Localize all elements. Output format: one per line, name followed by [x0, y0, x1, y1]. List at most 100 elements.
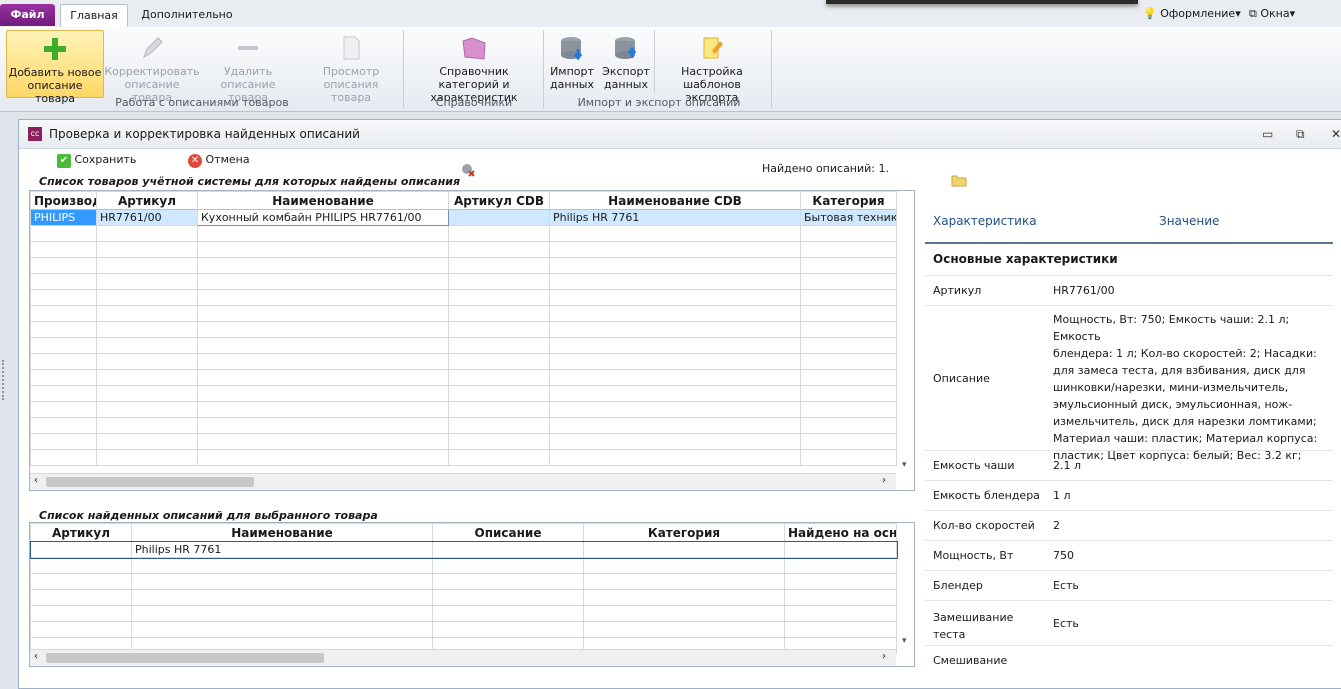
property-row[interactable]: Емкость чаши 2.1 л	[925, 451, 1333, 481]
table-cell[interactable]	[784, 541, 897, 558]
close-icon[interactable]: ✕	[1331, 127, 1341, 141]
empty-cell	[30, 225, 97, 242]
column-header[interactable]: Производи	[30, 191, 97, 210]
property-key-line: теста	[933, 628, 966, 641]
table-cell[interactable]	[432, 541, 584, 558]
column-header[interactable]: Категория	[800, 191, 897, 210]
empty-cell	[197, 337, 449, 354]
cancel-label: Отмена	[205, 153, 250, 166]
add-description-button[interactable]: Добавить новое описание товара	[6, 30, 104, 105]
column-header[interactable]: Наименование	[197, 191, 449, 210]
property-row[interactable]: Блендер Есть	[925, 571, 1333, 601]
column-header[interactable]: Артикул CDB	[448, 191, 550, 210]
empty-cell	[448, 273, 550, 290]
windows-menu[interactable]: ⧉ Окна▾	[1249, 7, 1295, 21]
properties-panel: Характеристика Значение Основные характе…	[925, 204, 1333, 666]
empty-row	[30, 369, 897, 386]
empty-cell	[800, 369, 897, 386]
scroll-right-icon[interactable]: ›	[882, 651, 886, 662]
tab-file[interactable]: Файл	[0, 4, 55, 26]
empty-cell	[96, 321, 198, 338]
table-cell[interactable]	[448, 209, 550, 226]
property-value: 2	[1053, 519, 1060, 532]
column-header[interactable]: Категория	[583, 523, 785, 542]
export-button[interactable]: Экспорт данных	[600, 30, 652, 96]
empty-cell	[30, 621, 132, 638]
vertical-scrollbar[interactable]: ▾	[898, 209, 914, 472]
table-row[interactable]: PHILIPS HR7761/00 Кухонный комбайн PHILI…	[30, 209, 897, 226]
scrollbar-thumb[interactable]	[46, 477, 254, 487]
property-value-header[interactable]: Значение	[1159, 214, 1219, 228]
restore-icon[interactable]: ⧉	[1296, 127, 1305, 142]
property-key-header[interactable]: Характеристика	[933, 214, 1037, 228]
property-value: Мощность, Вт: 750; Емкость чаши: 2.1 л; …	[1053, 311, 1333, 464]
empty-row	[30, 241, 897, 258]
window-title: Проверка и корректировка найденных описа…	[49, 127, 360, 141]
column-header[interactable]: Наименование CDB	[549, 191, 801, 210]
splitter-handle[interactable]	[2, 360, 8, 400]
column-header[interactable]: Описание	[432, 523, 584, 542]
property-row[interactable]: Описание Мощность, Вт: 750; Емкость чаши…	[925, 306, 1333, 462]
empty-cell	[197, 321, 449, 338]
tab-extra[interactable]: Дополнительно	[132, 4, 242, 26]
empty-cell	[197, 385, 449, 402]
scroll-right-icon[interactable]: ›	[882, 475, 886, 486]
clear-filter-icon[interactable]	[461, 163, 475, 177]
property-row[interactable]: Емкость блендера 1 л	[925, 481, 1333, 511]
column-header[interactable]: Артикул	[96, 191, 198, 210]
export-templates-button[interactable]: Настройка шаблонов экспорта	[656, 30, 768, 104]
empty-cell	[30, 417, 97, 434]
property-row[interactable]: Мощность, Вт 750	[925, 541, 1333, 571]
pencil-icon	[143, 37, 163, 59]
table-cell[interactable]: PHILIPS	[30, 209, 97, 226]
empty-cell	[448, 241, 550, 258]
column-header[interactable]: Артикул	[30, 523, 132, 542]
property-value: 750	[1053, 549, 1074, 562]
empty-cell	[784, 589, 897, 606]
column-header[interactable]: Наименование	[131, 523, 433, 542]
edit-description-button[interactable]: Корректировать описание товара	[104, 30, 200, 104]
property-key: Замешивание теста	[933, 609, 1013, 643]
horizontal-scrollbar[interactable]: ‹ ›	[30, 473, 896, 490]
property-row[interactable]: Артикул HR7761/00	[925, 276, 1333, 306]
empty-cell	[197, 241, 449, 258]
scroll-down-icon[interactable]: ▾	[902, 460, 907, 470]
table-cell[interactable]: Philips HR 7761	[131, 541, 433, 558]
table-cell[interactable]	[30, 541, 132, 558]
database-import-icon	[561, 37, 583, 61]
folder-open-icon[interactable]	[951, 172, 967, 188]
empty-cell	[800, 273, 897, 290]
scroll-left-icon[interactable]: ‹	[34, 475, 38, 486]
found-count-label: Найдено описаний: 1.	[762, 162, 889, 175]
empty-cell	[30, 433, 97, 450]
design-menu[interactable]: 💡 Оформление▾	[1143, 7, 1241, 20]
tab-home[interactable]: Главная	[60, 4, 128, 28]
empty-cell	[549, 417, 801, 434]
save-button[interactable]: ✔ Сохранить	[57, 153, 136, 168]
empty-cell	[784, 605, 897, 622]
table-cell[interactable]: Бытовая техника	[800, 209, 897, 226]
vertical-scrollbar[interactable]: ▾	[898, 541, 914, 648]
table-cell[interactable]: Philips HR 7761	[549, 209, 801, 226]
cancel-button[interactable]: ✕ Отмена	[188, 153, 250, 168]
table-row[interactable]: Philips HR 7761	[30, 540, 898, 559]
horizontal-scrollbar[interactable]: ‹ ›	[30, 649, 896, 666]
import-button[interactable]: Импорт данных	[548, 30, 596, 96]
delete-description-button[interactable]: Удалить описание товара	[200, 30, 296, 104]
table-cell[interactable]	[583, 541, 785, 558]
empty-cell	[800, 305, 897, 322]
column-header[interactable]: Найдено на осно	[784, 523, 897, 542]
directory-button[interactable]: Справочник категорий и характеристик	[408, 30, 540, 104]
view-description-button[interactable]: Просмотр описания товара	[303, 30, 399, 104]
table-cell[interactable]: HR7761/00	[96, 209, 198, 226]
minimize-icon[interactable]: ▭	[1262, 127, 1273, 141]
property-row[interactable]: Замешивание теста Есть	[925, 601, 1333, 646]
empty-cell	[30, 241, 97, 258]
property-row[interactable]: Смешивание	[925, 646, 1333, 666]
grid2-caption: Список найденных описаний для выбранного…	[39, 509, 378, 522]
scrollbar-thumb[interactable]	[46, 653, 324, 663]
table-cell[interactable]: Кухонный комбайн PHILIPS HR7761/00	[197, 209, 449, 226]
property-row[interactable]: Кол-во скоростей 2	[925, 511, 1333, 541]
scroll-left-icon[interactable]: ‹	[34, 651, 38, 662]
scroll-down-icon[interactable]: ▾	[902, 636, 907, 646]
